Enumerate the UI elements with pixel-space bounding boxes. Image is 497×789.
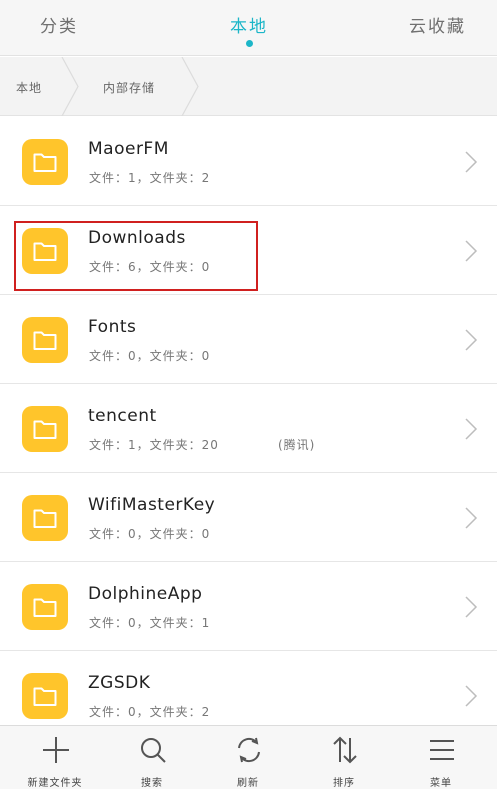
tab-cloud-favorites[interactable]: 云收藏 xyxy=(409,12,466,37)
chevron-right-icon xyxy=(465,418,478,440)
new-folder-button[interactable]: 新建文件夹 xyxy=(15,726,95,789)
folder-meta: 文件：6，文件夹：0 xyxy=(89,260,211,274)
breadcrumb-separator-icon xyxy=(181,57,199,116)
breadcrumb: 本地 内部存储 xyxy=(0,57,497,116)
sort-label: 排序 xyxy=(333,778,355,789)
breadcrumb-item-local[interactable]: 本地 xyxy=(16,79,42,96)
folder-name: WifiMasterKey xyxy=(88,495,216,515)
folder-note: (腾讯) xyxy=(278,438,316,452)
chevron-right-icon xyxy=(465,685,478,707)
list-item[interactable]: Fonts 文件：0，文件夹：0 xyxy=(0,295,497,384)
plus-icon xyxy=(43,737,69,763)
bottom-toolbar: 新建文件夹 搜索 刷新 排序 菜单 xyxy=(0,725,497,789)
folder-icon xyxy=(22,406,68,452)
list-item[interactable]: tencent 文件：1，文件夹：20 (腾讯) xyxy=(0,384,497,473)
folder-name: ZGSDK xyxy=(88,673,151,693)
menu-label: 菜单 xyxy=(430,778,452,789)
breadcrumb-item-internal-storage[interactable]: 内部存储 xyxy=(103,79,155,96)
folder-icon xyxy=(22,584,68,630)
chevron-right-icon xyxy=(465,240,478,262)
search-button[interactable]: 搜索 xyxy=(112,726,192,789)
sort-button[interactable]: 排序 xyxy=(304,726,384,789)
menu-button[interactable]: 菜单 xyxy=(401,726,481,789)
tab-local[interactable]: 本地 xyxy=(230,12,268,37)
folder-meta: 文件：0，文件夹：0 xyxy=(89,527,211,541)
refresh-icon xyxy=(238,737,260,763)
list-item[interactable]: Downloads 文件：6，文件夹：0 xyxy=(0,206,497,295)
search-label: 搜索 xyxy=(141,778,163,789)
folder-name: MaoerFM xyxy=(88,139,169,159)
folder-meta: 文件：0，文件夹：2 xyxy=(89,705,211,719)
top-tab-bar: 分类 本地 云收藏 xyxy=(0,0,497,56)
chevron-right-icon xyxy=(465,151,478,173)
folder-icon xyxy=(22,139,68,185)
folder-meta: 文件：1，文件夹：2 xyxy=(89,171,211,185)
breadcrumb-separator-icon xyxy=(61,57,79,116)
folder-name: tencent xyxy=(88,406,157,426)
sort-icon xyxy=(333,736,357,764)
chevron-right-icon xyxy=(465,507,478,529)
tab-category[interactable]: 分类 xyxy=(40,12,78,37)
refresh-label: 刷新 xyxy=(237,778,259,789)
search-icon xyxy=(141,738,166,763)
menu-icon xyxy=(430,740,454,760)
folder-icon xyxy=(22,317,68,363)
list-item[interactable]: WifiMasterKey 文件：0，文件夹：0 xyxy=(0,473,497,562)
new-folder-label: 新建文件夹 xyxy=(27,778,83,789)
active-tab-indicator xyxy=(246,40,253,47)
list-item[interactable]: DolphineApp 文件：0，文件夹：1 xyxy=(0,562,497,651)
refresh-button[interactable]: 刷新 xyxy=(208,726,288,789)
folder-name: Downloads xyxy=(88,228,186,248)
folder-meta: 文件：0，文件夹：1 xyxy=(89,616,211,630)
list-item[interactable]: MaoerFM 文件：1，文件夹：2 xyxy=(0,117,497,206)
folder-icon xyxy=(22,673,68,719)
folder-icon xyxy=(22,228,68,274)
folder-meta: 文件：1，文件夹：20 xyxy=(89,438,219,452)
folder-name: DolphineApp xyxy=(88,584,203,604)
folder-icon xyxy=(22,495,68,541)
folder-meta: 文件：0，文件夹：0 xyxy=(89,349,211,363)
folder-name: Fonts xyxy=(88,317,137,337)
chevron-right-icon xyxy=(465,329,478,351)
chevron-right-icon xyxy=(465,596,478,618)
